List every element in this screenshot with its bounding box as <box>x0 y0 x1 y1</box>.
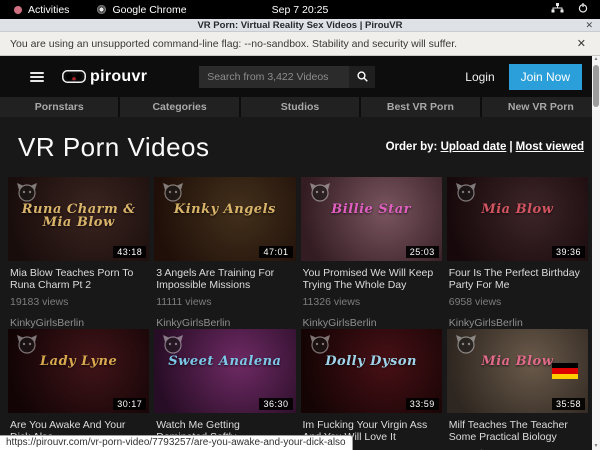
video-views: 11111 views <box>156 296 293 308</box>
duration-badge: 43:18 <box>113 246 146 258</box>
thumbnail-performer-name: Runa Charm & Mia Blow <box>8 203 149 229</box>
video-card: Kinky Angels 47:01 3 Angels Are Training… <box>154 177 295 329</box>
video-card: Sweet Analena 36:30 Watch Me Getting Dom… <box>154 329 295 450</box>
duration-badge: 39:36 <box>552 246 585 258</box>
video-thumbnail[interactable]: Mia Blow 39:36 <box>447 177 588 261</box>
search-icon <box>357 71 368 82</box>
video-card: Mia Blow 35:58 Milf Teaches The Teacher … <box>447 329 588 450</box>
video-title-link[interactable]: Mia Blow Teaches Porn To Runa Charm Pt 2 <box>10 267 147 291</box>
duration-badge: 47:01 <box>259 246 292 258</box>
thumbnail-performer-name: Dolly Dyson <box>301 355 442 368</box>
duration-badge: 25:03 <box>406 246 439 258</box>
video-card: Lady Lyne 30:17 Are You Awake And Your D… <box>8 329 149 450</box>
studio-cat-watermark-icon <box>162 182 184 202</box>
taskbar-clock: Sep 7 20:25 <box>0 4 600 16</box>
nav-item-studios[interactable]: Studios <box>241 97 359 117</box>
main-nav: Pornstars Categories Studios Best VR Por… <box>0 97 600 117</box>
scrollbar-up-icon[interactable]: ▲ <box>594 56 599 63</box>
page-title: VR Porn Videos <box>18 132 210 163</box>
order-by: Order by: Upload date|Most viewed <box>386 141 584 153</box>
video-grid: Runa Charm & Mia Blow 43:18 Mia Blow Tea… <box>8 177 588 450</box>
studio-cat-watermark-icon <box>309 182 331 202</box>
studio-cat-watermark-icon <box>455 334 477 354</box>
video-title-link[interactable]: 3 Angels Are Training For Impossible Mis… <box>156 267 293 291</box>
status-url-bubble: https://pirouvr.com/vr-porn-video/779325… <box>0 435 353 450</box>
warning-text: You are using an unsupported command-lin… <box>10 38 457 50</box>
studio-cat-watermark-icon <box>16 334 38 354</box>
studio-cat-watermark-icon <box>162 334 184 354</box>
scrollbar-thumb[interactable] <box>593 65 599 107</box>
video-card: Mia Blow 39:36 Four Is The Perfect Birth… <box>447 177 588 329</box>
thumbnail-performer-name: Kinky Angels <box>154 203 295 216</box>
os-taskbar: Sep 7 20:25 Activities Google Chrome <box>0 0 600 19</box>
video-views: 19183 views <box>10 296 147 308</box>
duration-badge: 36:30 <box>259 398 292 410</box>
video-studio-link[interactable]: KinkyGirlsBerlin <box>156 317 293 329</box>
nav-item-pornstars[interactable]: Pornstars <box>0 97 118 117</box>
duration-badge: 30:17 <box>113 398 146 410</box>
site-logo[interactable]: pirouvr <box>62 68 147 86</box>
thumbnail-performer-name: Mia Blow <box>447 203 588 216</box>
web-viewport: pirouvr Login Join Now Pornstars Categor… <box>0 56 600 450</box>
vr-goggles-icon <box>62 70 86 83</box>
video-title-link[interactable]: Milf Teaches The Teacher Some Practical … <box>449 419 586 443</box>
video-card: Runa Charm & Mia Blow 43:18 Mia Blow Tea… <box>8 177 149 329</box>
sort-upload-date-link[interactable]: Upload date <box>441 141 507 153</box>
nav-item-new-vr[interactable]: New VR Porn <box>482 97 600 117</box>
thumbnail-performer-name: Billie Star <box>301 203 442 216</box>
video-thumbnail[interactable]: Runa Charm & Mia Blow 43:18 <box>8 177 149 261</box>
video-views: 11326 views <box>303 296 440 308</box>
thumbnail-performer-name: Lady Lyne <box>8 355 149 368</box>
studio-cat-watermark-icon <box>16 182 38 202</box>
studio-cat-watermark-icon <box>309 334 331 354</box>
video-card: Dolly Dyson 33:59 Im Fucking Your Virgin… <box>301 329 442 450</box>
search-input[interactable] <box>199 66 349 88</box>
site-logo-text: pirouvr <box>90 68 147 86</box>
login-link[interactable]: Login <box>465 70 494 84</box>
duration-badge: 33:59 <box>406 398 439 410</box>
warning-close-icon[interactable]: ✕ <box>577 37 590 50</box>
video-studio-link[interactable]: KinkyGirlsBerlin <box>449 317 586 329</box>
search-bar <box>199 66 375 88</box>
tab-close-icon[interactable]: ✕ <box>585 21 593 30</box>
menu-hamburger-icon[interactable] <box>30 72 44 82</box>
video-studio-link[interactable]: KinkyGirlsBerlin <box>10 317 147 329</box>
video-thumbnail[interactable]: Kinky Angels 47:01 <box>154 177 295 261</box>
join-now-button[interactable]: Join Now <box>509 64 582 90</box>
german-flag-icon <box>552 363 578 379</box>
order-by-label: Order by: <box>386 141 438 153</box>
browser-tab-title[interactable]: VR Porn: Virtual Reality Sex Videos | Pi… <box>0 20 600 31</box>
nav-item-best-vr[interactable]: Best VR Porn <box>361 97 479 117</box>
site-header: pirouvr Login Join Now <box>0 56 600 97</box>
video-thumbnail[interactable]: Lady Lyne 30:17 <box>8 329 149 413</box>
scrollbar-down-icon[interactable]: ▼ <box>594 443 599 450</box>
video-thumbnail[interactable]: Dolly Dyson 33:59 <box>301 329 442 413</box>
video-studio-link[interactable]: KinkyGirlsBerlin <box>303 317 440 329</box>
network-icon[interactable] <box>551 3 564 16</box>
power-icon[interactable] <box>578 3 588 16</box>
chrome-warning-bar: You are using an unsupported command-lin… <box>0 32 600 56</box>
browser-tab-strip: VR Porn: Virtual Reality Sex Videos | Pi… <box>0 19 600 32</box>
video-thumbnail[interactable]: Mia Blow 35:58 <box>447 329 588 413</box>
page-scrollbar[interactable]: ▲ ▼ <box>592 56 600 450</box>
thumbnail-performer-name: Sweet Analena <box>154 355 295 368</box>
video-title-link[interactable]: Four Is The Perfect Birthday Party For M… <box>449 267 586 291</box>
video-thumbnail[interactable]: Billie Star 25:03 <box>301 177 442 261</box>
nav-item-categories[interactable]: Categories <box>120 97 238 117</box>
sort-most-viewed-link[interactable]: Most viewed <box>516 141 584 153</box>
video-title-link[interactable]: You Promised We Will Keep Trying The Who… <box>303 267 440 291</box>
duration-badge: 35:58 <box>552 398 585 410</box>
video-views: 6958 views <box>449 296 586 308</box>
search-button[interactable] <box>349 66 375 88</box>
video-card: Billie Star 25:03 You Promised We Will K… <box>301 177 442 329</box>
video-thumbnail[interactable]: Sweet Analena 36:30 <box>154 329 295 413</box>
studio-cat-watermark-icon <box>455 182 477 202</box>
